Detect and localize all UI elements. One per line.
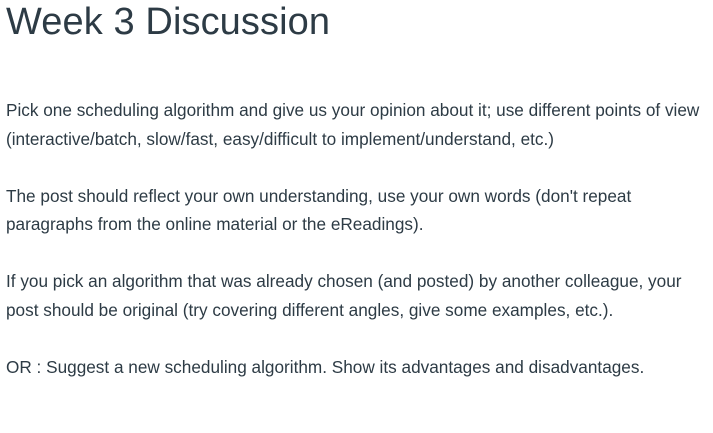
paragraph-prompt: Pick one scheduling algorithm and give u…: [6, 100, 700, 149]
paragraph-originality: If you pick an algorithm that was alread…: [6, 271, 682, 320]
page-title: Week 3 Discussion: [6, 1, 331, 43]
paragraph-own-words: The post should reflect your own underst…: [6, 185, 632, 235]
paragraph-alternative: OR : Suggest a new scheduling algorithm.…: [6, 356, 645, 377]
discussion-body: Pick one scheduling algorithm and give u…: [6, 96, 711, 381]
